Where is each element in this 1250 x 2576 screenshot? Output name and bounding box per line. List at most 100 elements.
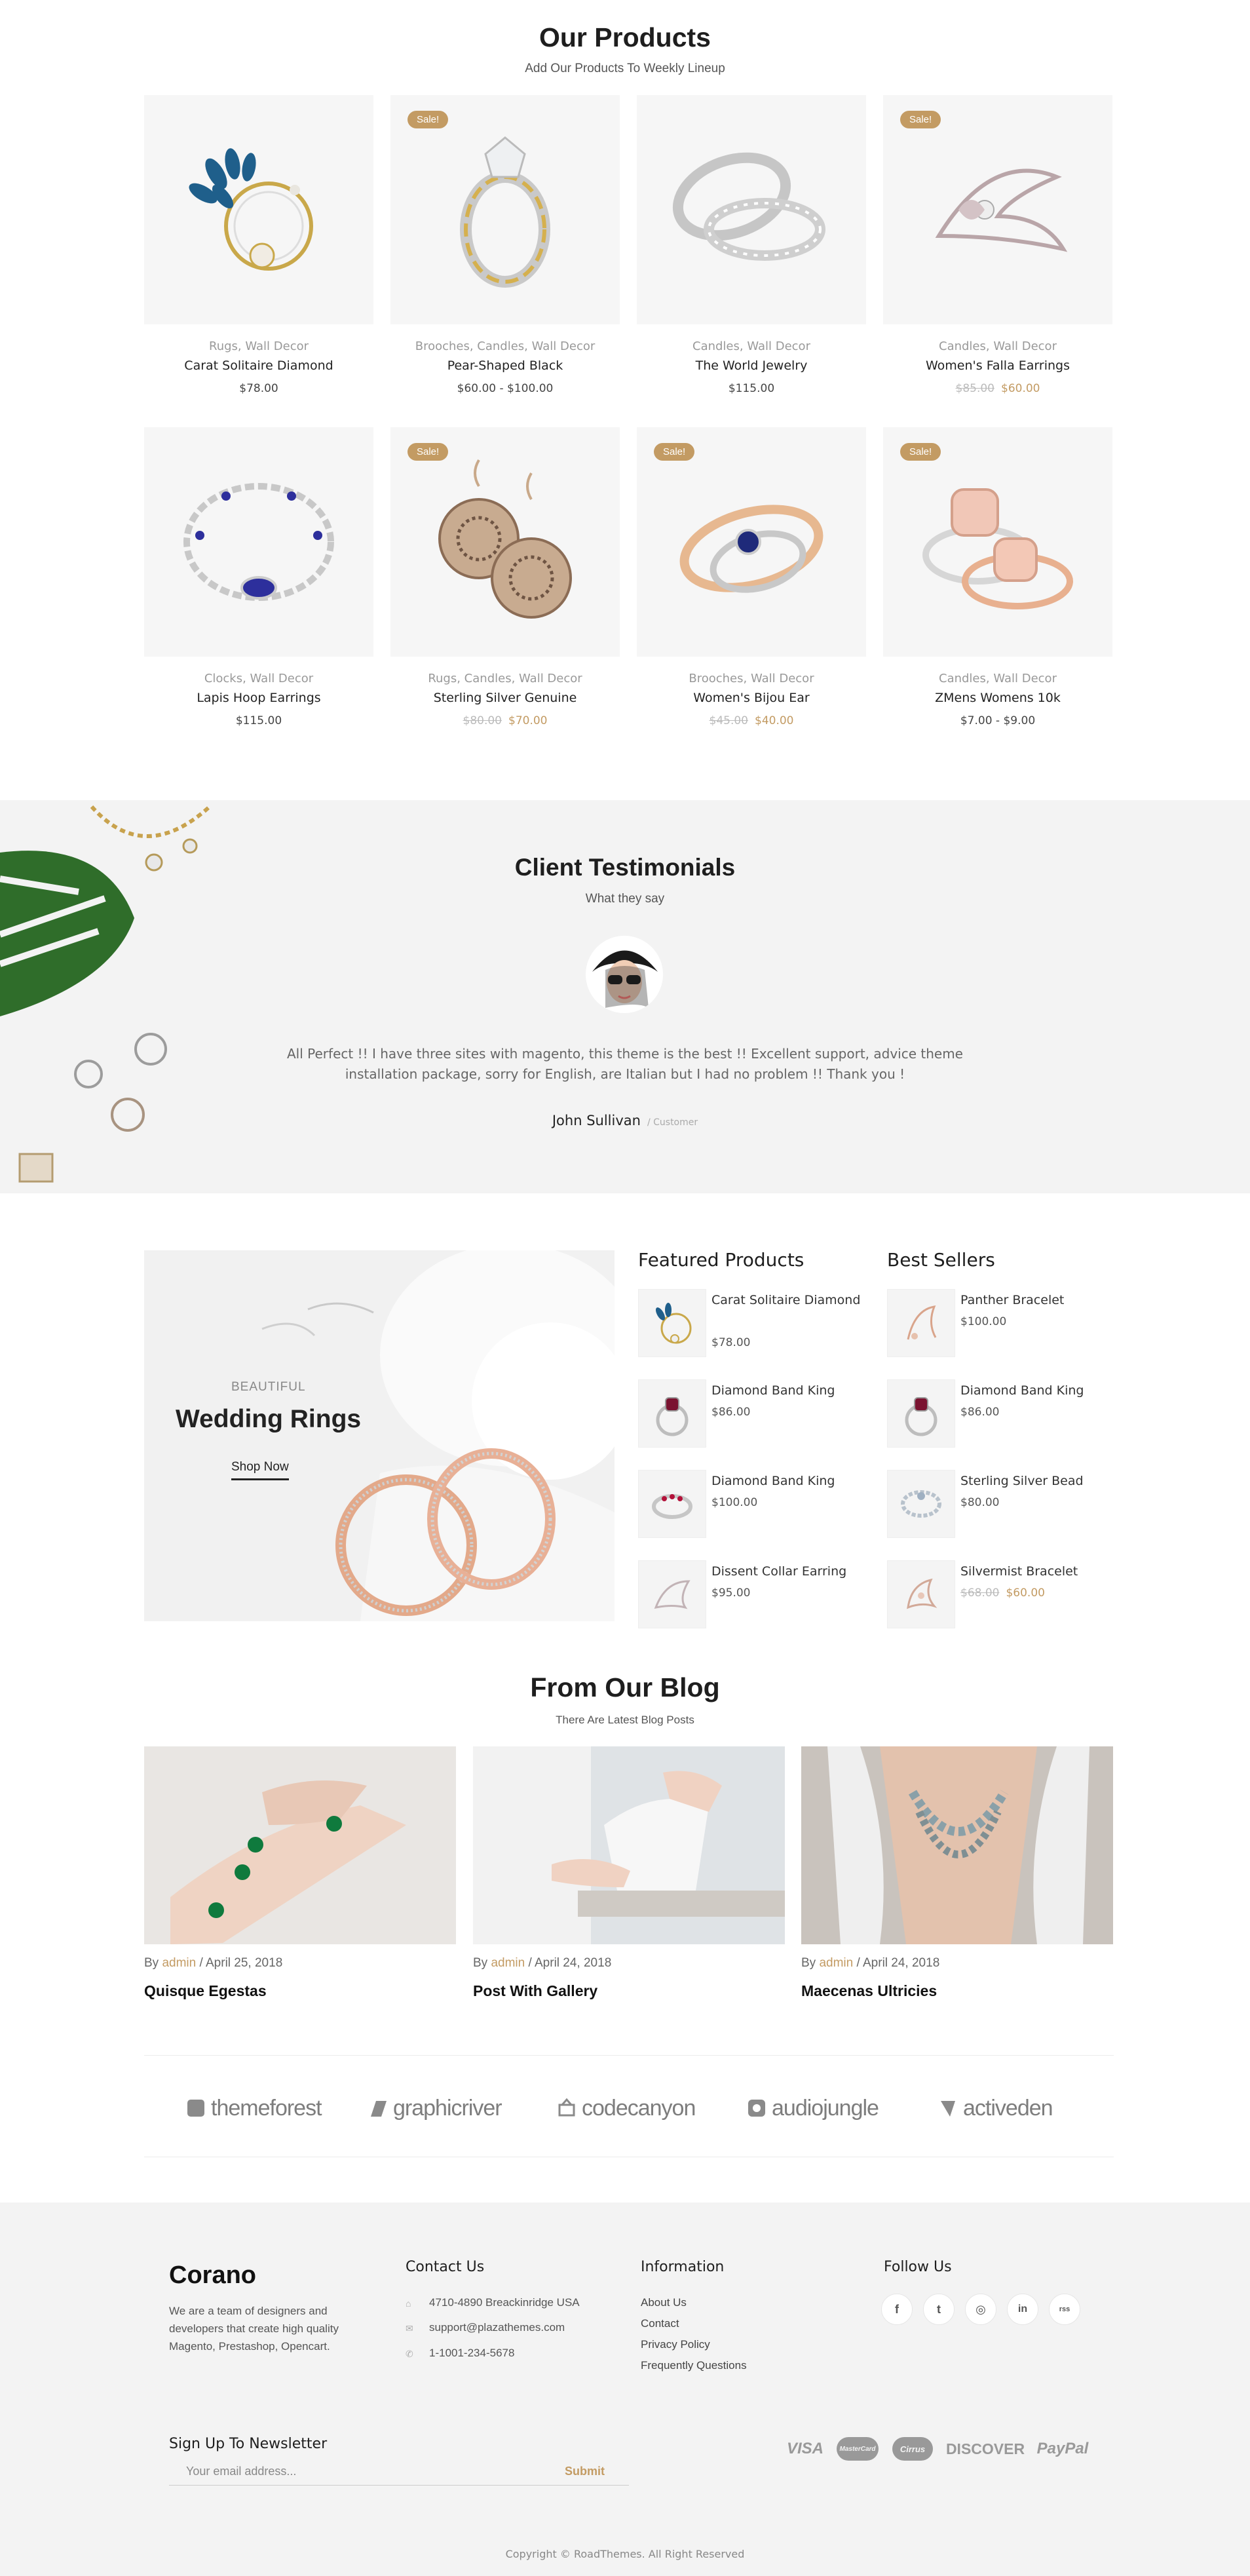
product-name[interactable]: Carat Solitaire Diamond	[144, 358, 373, 373]
product-thumbnail[interactable]	[638, 1289, 706, 1357]
author-link[interactable]: admin	[819, 1956, 853, 1970]
product-name[interactable]: Pear-Shaped Black	[390, 358, 620, 373]
product-price: $115.00	[235, 714, 282, 727]
list-item[interactable]: Panther Bracelet $100.00	[887, 1289, 1123, 1358]
product-image[interactable]: Sale!	[883, 427, 1112, 657]
old-price: $68.00	[960, 1586, 1000, 1600]
brand-logo[interactable]: codecanyon	[556, 2088, 696, 2128]
product-card[interactable]: Sale! Candles, Wall Decor Women's Falla …	[883, 95, 1112, 410]
list-item[interactable]: Carat Solitaire Diamond $78.00	[638, 1289, 874, 1358]
blog-post-image[interactable]	[473, 1746, 785, 1944]
product-name[interactable]: Silvermist Bracelet	[960, 1562, 1118, 1582]
newsletter-email-input[interactable]	[169, 2458, 629, 2486]
product-name[interactable]: Diamond Band King	[711, 1381, 869, 1401]
product-thumbnail[interactable]	[887, 1379, 955, 1448]
product-name[interactable]: Women's Falla Earrings	[883, 358, 1112, 373]
contact-phone[interactable]: ✆ 1-1001-234-5678	[406, 2347, 514, 2360]
blog-post-image[interactable]	[144, 1746, 456, 1944]
blog-post-title[interactable]: Post With Gallery	[473, 1982, 785, 2000]
blog-post-title[interactable]: Quisque Egestas	[144, 1982, 456, 2000]
product-thumbnail[interactable]	[887, 1289, 955, 1357]
email-text[interactable]: support@plazathemes.com	[429, 2321, 565, 2334]
product-card[interactable]: Sale! Candles, Wall Decor ZMens Womens 1…	[883, 427, 1112, 742]
product-name[interactable]: ZMens Womens 10k	[883, 691, 1112, 705]
phone-text[interactable]: 1-1001-234-5678	[429, 2347, 514, 2360]
footer-link-about[interactable]: About Us	[641, 2296, 687, 2309]
product-image[interactable]: Sale!	[390, 95, 620, 324]
product-card[interactable]: Sale! Rugs, Candles, Wall Decor Sterling…	[390, 427, 620, 742]
list-item[interactable]: Dissent Collar Earring $95.00	[638, 1560, 874, 1630]
product-price: $45.00 $40.00	[637, 714, 866, 727]
product-card[interactable]: Candles, Wall Decor The World Jewelry $1…	[637, 95, 866, 410]
product-categories[interactable]: Clocks, Wall Decor	[144, 672, 373, 685]
product-thumbnail[interactable]	[638, 1560, 706, 1628]
brand-logo[interactable]: activeden	[937, 2088, 1053, 2128]
product-categories[interactable]: Candles, Wall Decor	[883, 339, 1112, 353]
list-item[interactable]: Sterling Silver Bead $80.00	[887, 1470, 1123, 1539]
site-logo[interactable]: Corano	[169, 2261, 256, 2290]
blog-post-card[interactable]: By admin / April 24, 2018 Post With Gall…	[473, 1746, 785, 2000]
footer-link-privacy[interactable]: Privacy Policy	[641, 2338, 710, 2351]
product-name[interactable]: Sterling Silver Genuine	[390, 691, 620, 705]
product-name[interactable]: Diamond Band King	[960, 1381, 1118, 1401]
newsletter-submit-button[interactable]: Submit	[565, 2465, 605, 2478]
brand-name: activeden	[963, 2095, 1053, 2121]
product-name[interactable]: Sterling Silver Bead	[960, 1471, 1118, 1491]
facebook-icon[interactable]: f	[881, 2294, 913, 2325]
product-name[interactable]: Panther Bracelet	[960, 1290, 1118, 1311]
product-categories[interactable]: Rugs, Wall Decor	[144, 339, 373, 353]
product-categories[interactable]: Candles, Wall Decor	[883, 672, 1112, 685]
list-item[interactable]: Diamond Band King $100.00	[638, 1470, 874, 1539]
product-categories[interactable]: Brooches, Candles, Wall Decor	[390, 339, 620, 353]
blog-post-image[interactable]	[801, 1746, 1113, 1944]
footer-link-faq[interactable]: Frequently Questions	[641, 2359, 747, 2372]
sapphire-ring-icon	[679, 505, 824, 593]
product-categories[interactable]: Rugs, Candles, Wall Decor	[390, 672, 620, 685]
brand-name: graphicriver	[393, 2095, 502, 2121]
author-link[interactable]: admin	[491, 1956, 525, 1970]
blog-post-card[interactable]: By admin / April 24, 2018 Maecenas Ultri…	[801, 1746, 1113, 2000]
contact-email[interactable]: ✉ support@plazathemes.com	[406, 2321, 565, 2334]
list-item[interactable]: Diamond Band King $86.00	[638, 1379, 874, 1449]
brand-logo[interactable]: graphicriver	[367, 2088, 502, 2128]
product-thumbnail[interactable]	[638, 1470, 706, 1538]
twitter-icon[interactable]: t	[923, 2294, 955, 2325]
product-image[interactable]	[144, 427, 373, 657]
author-link[interactable]: admin	[162, 1956, 196, 1970]
product-image[interactable]: Sale!	[637, 427, 866, 657]
brand-logo[interactable]: audiojungle	[746, 2088, 879, 2128]
product-card[interactable]: Clocks, Wall Decor Lapis Hoop Earrings $…	[144, 427, 373, 742]
product-card[interactable]: Rugs, Wall Decor Carat Solitaire Diamond…	[144, 95, 373, 410]
product-name[interactable]: Diamond Band King	[711, 1471, 869, 1491]
testimonials-title: Client Testimonials	[514, 854, 736, 881]
product-thumbnail[interactable]	[887, 1470, 955, 1538]
product-name[interactable]: Lapis Hoop Earrings	[144, 691, 373, 705]
product-thumbnail[interactable]	[638, 1379, 706, 1448]
product-name[interactable]: Women's Bijou Ear	[637, 691, 866, 705]
product-name[interactable]: Dissent Collar Earring	[711, 1562, 869, 1582]
linkedin-icon[interactable]: in	[1007, 2294, 1038, 2325]
product-image[interactable]: Sale!	[883, 95, 1112, 324]
product-thumbnail[interactable]	[887, 1560, 955, 1628]
product-categories[interactable]: Candles, Wall Decor	[637, 339, 866, 353]
list-item[interactable]: Silvermist Bracelet $68.00 $60.00	[887, 1560, 1123, 1630]
instagram-icon[interactable]: ◎	[965, 2294, 996, 2325]
product-name[interactable]: The World Jewelry	[637, 358, 866, 373]
list-item[interactable]: Diamond Band King $86.00	[887, 1379, 1123, 1449]
blog-post-title[interactable]: Maecenas Ultricies	[801, 1982, 1113, 2000]
footer-link-contact[interactable]: Contact	[641, 2317, 679, 2330]
product-card[interactable]: Sale! Brooches, Wall Decor Women's Bijou…	[637, 427, 866, 742]
blog-post-card[interactable]: By admin / April 25, 2018 Quisque Egesta…	[144, 1746, 456, 2000]
rss-icon[interactable]: rss	[1049, 2294, 1080, 2325]
product-card[interactable]: Sale! Brooches, Candles, Wall Decor Pear…	[390, 95, 620, 410]
brand-logo[interactable]: themeforest	[185, 2088, 322, 2128]
product-image[interactable]	[637, 95, 866, 324]
product-image[interactable]: Sale!	[390, 427, 620, 657]
shop-now-link[interactable]: Shop Now	[231, 1460, 289, 1480]
product-categories[interactable]: Brooches, Wall Decor	[637, 672, 866, 685]
product-name[interactable]: Carat Solitaire Diamond	[711, 1290, 869, 1311]
product-image[interactable]	[144, 95, 373, 324]
by-label: By	[144, 1956, 159, 1970]
wedding-rings-banner[interactable]: BEAUTIFUL Wedding Rings Shop Now	[144, 1250, 615, 1621]
testimonial-quote: All Perfect !! I have three sites with m…	[287, 1046, 963, 1082]
